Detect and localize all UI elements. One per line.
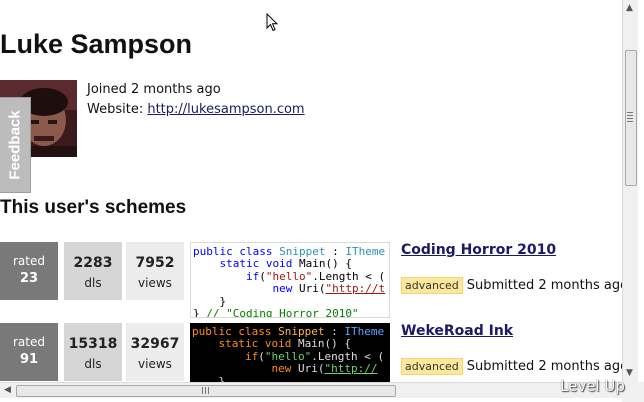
advanced-badge: advanced (401, 277, 463, 294)
rating-label: rated (13, 335, 45, 349)
views-value: 7952 (135, 255, 175, 271)
scheme-title-link[interactable]: Coding Horror 2010 (401, 242, 556, 258)
schemes-section-title: This user's schemes (0, 197, 187, 218)
watermark-text: Level Up (560, 377, 625, 395)
code-line-3: if("hello".Length < ( (193, 269, 386, 283)
website-link[interactable]: http://lukesampson.com (147, 102, 304, 117)
downloads-label: dls (84, 357, 102, 371)
code-preview[interactable]: public class Snippet : ITheme static voi… (190, 242, 390, 318)
views-value: 32967 (130, 336, 180, 352)
scheme-row: rated 23 2283 dls 7952 views public clas… (0, 242, 622, 318)
code-line-2: static void Main() { (192, 337, 351, 351)
views-label: views (138, 357, 172, 371)
scroll-left-arrow-icon[interactable]: ◀ (4, 385, 11, 395)
horizontal-scrollbar[interactable]: ◀ (0, 382, 622, 398)
code-line-3: if("hello".Length < ( (192, 349, 385, 363)
downloads-label: dls (84, 276, 102, 290)
code-line-1: public class Snippet : ITheme (193, 245, 386, 258)
feedback-tab-label: Feedback (6, 110, 24, 180)
submitted-text: Submitted 2 months ago (466, 359, 622, 374)
vertical-scrollbar[interactable]: ▲ ▼ (622, 0, 638, 382)
code-preview-text: public class Snippet : ITheme static voi… (192, 325, 388, 382)
code-line-6: } // "Coding Horror 2010" (193, 307, 359, 318)
rating-value: 91 (19, 352, 39, 367)
code-line-4: new Uri("http://t (193, 282, 386, 296)
scrollbar-grip-icon (202, 387, 210, 394)
code-line-5: } (192, 374, 226, 382)
downloads-box: 2283 dls (64, 242, 122, 300)
code-line-4: new Uri("http:// (192, 362, 378, 376)
rating-label: rated (13, 254, 45, 268)
code-line-1: public class Snippet : ITheme (192, 325, 385, 338)
views-box: 32967 views (126, 323, 184, 381)
scroll-down-arrow-icon[interactable]: ▼ (626, 368, 633, 378)
rating-box: rated 91 (0, 323, 58, 381)
profile-page: Luke Sampson Joined 2 months ago Website… (0, 0, 622, 382)
scrollbar-corner (622, 382, 644, 402)
advanced-badge: advanced (401, 358, 463, 375)
scheme-submitted: advanced Submitted 2 months ago (401, 277, 622, 294)
views-box: 7952 views (126, 242, 184, 300)
feedback-tab[interactable]: Feedback (0, 97, 31, 193)
scrollbar-grip-icon (627, 112, 633, 122)
website-row: Website: http://lukesampson.com (87, 100, 305, 120)
scroll-up-arrow-icon[interactable]: ▲ (626, 3, 633, 13)
submitted-text: Submitted 2 months ago (466, 278, 622, 293)
downloads-value: 2283 (73, 255, 113, 271)
code-preview-text: public class Snippet : ITheme static voi… (193, 245, 387, 318)
downloads-value: 15318 (68, 336, 118, 352)
code-line-2: static void Main() { (193, 257, 352, 271)
code-preview[interactable]: public class Snippet : ITheme static voi… (190, 323, 390, 382)
views-label: views (138, 276, 172, 290)
rating-value: 23 (19, 271, 39, 286)
code-line-5: } (193, 294, 227, 308)
joined-text: Joined 2 months ago (87, 82, 221, 97)
rating-box: rated 23 (0, 242, 58, 300)
profile-meta: Joined 2 months ago Website: http://luke… (87, 80, 305, 120)
downloads-box: 15318 dls (64, 323, 122, 381)
user-name-heading: Luke Sampson (0, 29, 193, 59)
website-label: Website: (87, 102, 144, 117)
scheme-title-link[interactable]: WekeRoad Ink (401, 323, 513, 339)
mouse-pointer-icon (266, 12, 279, 36)
scheme-submitted: advanced Submitted 2 months ago (401, 358, 622, 375)
scheme-row: rated 91 15318 dls 32967 views public cl… (0, 323, 622, 382)
